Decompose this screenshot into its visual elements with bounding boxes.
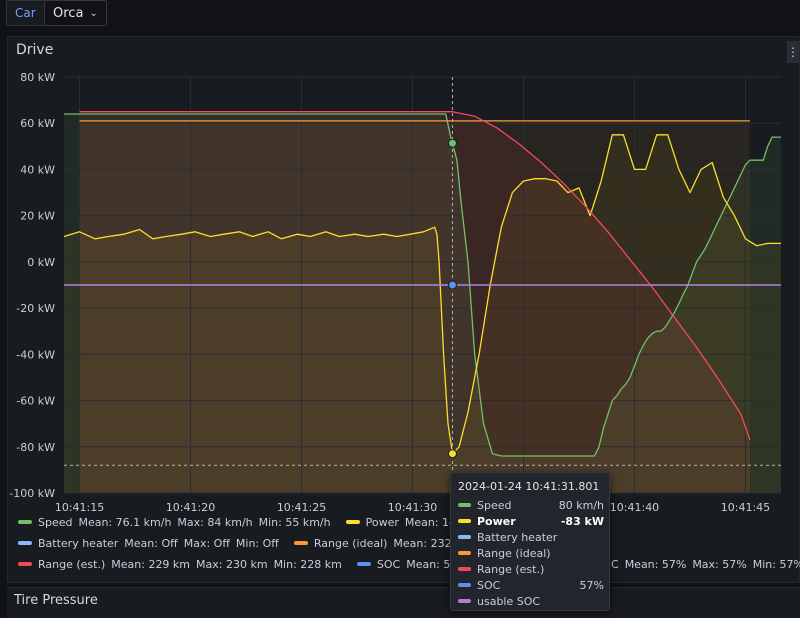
tooltip-row: SOC 57% (458, 577, 604, 593)
tooltip-swatch (458, 551, 471, 555)
legend-stat: Max: 57% (692, 557, 747, 571)
legend-swatch (356, 562, 371, 566)
legend-series-name-fragment: C (611, 557, 619, 571)
tooltip-series-name: Range (ideal) (477, 546, 551, 560)
legend-stat: Min: 228 km (273, 557, 342, 571)
legend-swatch (345, 520, 360, 524)
tooltip-series-name: Power (477, 514, 516, 528)
legend-series-name: Power (365, 515, 399, 529)
legend-usable-soc-stats: C Mean: 57% Max: 57% Min: 57% (611, 556, 800, 572)
tooltip-row: Range (est.) (458, 561, 604, 577)
series-fills (64, 111, 781, 494)
legend-stat: Min: 55 km/h (258, 515, 331, 529)
y-tick-label: -20 kW (16, 302, 55, 315)
y-tick-label: -40 kW (16, 348, 55, 361)
legend-stat: Max: 230 km (196, 557, 268, 571)
legend-stat: Min: Off (235, 536, 279, 550)
y-tick-label: -60 kW (16, 395, 55, 408)
tooltip-row: Power -83 kW (458, 513, 604, 529)
legend-swatch (293, 541, 308, 545)
legend-stat: Mean: 57% (624, 557, 687, 571)
tooltip-swatch (458, 599, 471, 603)
legend-row: Speed Mean: 76.1 km/h Max: 84 km/h Min: 55 … (18, 514, 518, 530)
x-tick-label: 10:41:30 (388, 501, 437, 514)
legend-stat: Max: 84 km/h (177, 515, 253, 529)
legend-series-name: Range (ideal) (313, 536, 388, 550)
tooltip-time: 2024-01-24 10:41:31.801 (458, 480, 600, 493)
tooltip-row: usable SOC (458, 593, 604, 609)
tooltip-series-value: -83 kW (560, 514, 604, 528)
legend-item[interactable]: Range (est.) Mean: 229 km Max: 230 km Min: … (18, 558, 348, 571)
hover-marker-soc (447, 280, 457, 290)
tooltip-row: Range (ideal) (458, 545, 604, 561)
y-axis-ticks: 80 kW 60 kW 40 kW 20 kW 0 kW -20 kW -40 kW -60 … (9, 71, 55, 500)
legend-swatch (18, 541, 32, 545)
legend-stat: Mean: Off (124, 536, 178, 550)
tooltip-series-name: Speed (477, 498, 512, 512)
legend-stat: Min: 57% (752, 557, 800, 571)
tooltip-row: Battery heater (458, 529, 604, 545)
legend-series-name: SOC (376, 557, 401, 571)
legend-stat: Max: Off (183, 536, 230, 550)
tooltip-series-value: 57% (579, 578, 604, 592)
tooltip-series-name: SOC (477, 578, 501, 592)
x-tick-label: 10:41:25 (277, 501, 326, 514)
legend-stat: Mean: 229 km (111, 557, 191, 571)
tooltip-series-name: Battery heater (477, 530, 558, 544)
y-tick-label: 80 kW (20, 71, 55, 84)
tooltip-swatch (458, 583, 471, 587)
legend-row: Range (est.) Mean: 229 km Max: 230 km Min: … (18, 556, 505, 572)
legend-swatch (18, 520, 32, 524)
y-tick-label: -100 kW (9, 487, 55, 500)
x-tick-label: 10:41:20 (166, 501, 215, 514)
tooltip-swatch (458, 503, 471, 507)
x-tick-label: 10:41:45 (721, 501, 770, 514)
y-tick-label: -80 kW (16, 441, 55, 454)
legend-swatch (18, 562, 32, 566)
hover-tooltip: 2024-01-24 10:41:31.801 Speed 80 km/h Powe… (450, 472, 610, 611)
tire-pressure-panel (7, 587, 800, 618)
drive-chart[interactable]: 80 kW 60 kW 40 kW 20 kW 0 kW -20 kW -40 kW -60 … (0, 0, 800, 520)
tooltip-swatch (458, 567, 471, 571)
hover-marker-speed (447, 138, 457, 148)
y-tick-label: 40 kW (20, 163, 55, 176)
tooltip-series-name: usable SOC (477, 594, 541, 608)
legend-item[interactable]: Speed Mean: 76.1 km/h Max: 84 km/h Min: 55 … (18, 516, 337, 529)
y-tick-label: 0 kW (27, 256, 55, 269)
y-tick-label: 60 kW (20, 117, 55, 130)
tooltip-series-value: 80 km/h (558, 498, 604, 512)
x-tick-label: 10:41:40 (610, 501, 659, 514)
tooltip-row: Speed 80 km/h (458, 497, 604, 513)
hover-marker-power (447, 449, 457, 459)
legend-series-name: Range (est.) (38, 557, 106, 571)
tooltip-swatch (458, 519, 471, 523)
legend-stat: Mean: 76.1 km/h (78, 515, 172, 529)
legend-series-name: Battery heater (38, 536, 119, 550)
tooltip-swatch (458, 535, 471, 539)
legend-series-name: Speed (38, 515, 73, 529)
legend-row: Battery heater Mean: Off Max: Off Min: Off R… (18, 535, 503, 551)
x-axis-ticks: 10:41:1510:41:2010:41:2510:41:3010:41:35… (55, 501, 770, 514)
tire-pressure-title[interactable]: Tire Pressure (14, 593, 98, 608)
tooltip-series-name: Range (est.) (477, 562, 545, 576)
legend-item[interactable]: Battery heater Mean: Off Max: Off Min: Off (18, 537, 285, 550)
x-tick-label: 10:41:15 (55, 501, 104, 514)
y-tick-label: 20 kW (20, 210, 55, 223)
